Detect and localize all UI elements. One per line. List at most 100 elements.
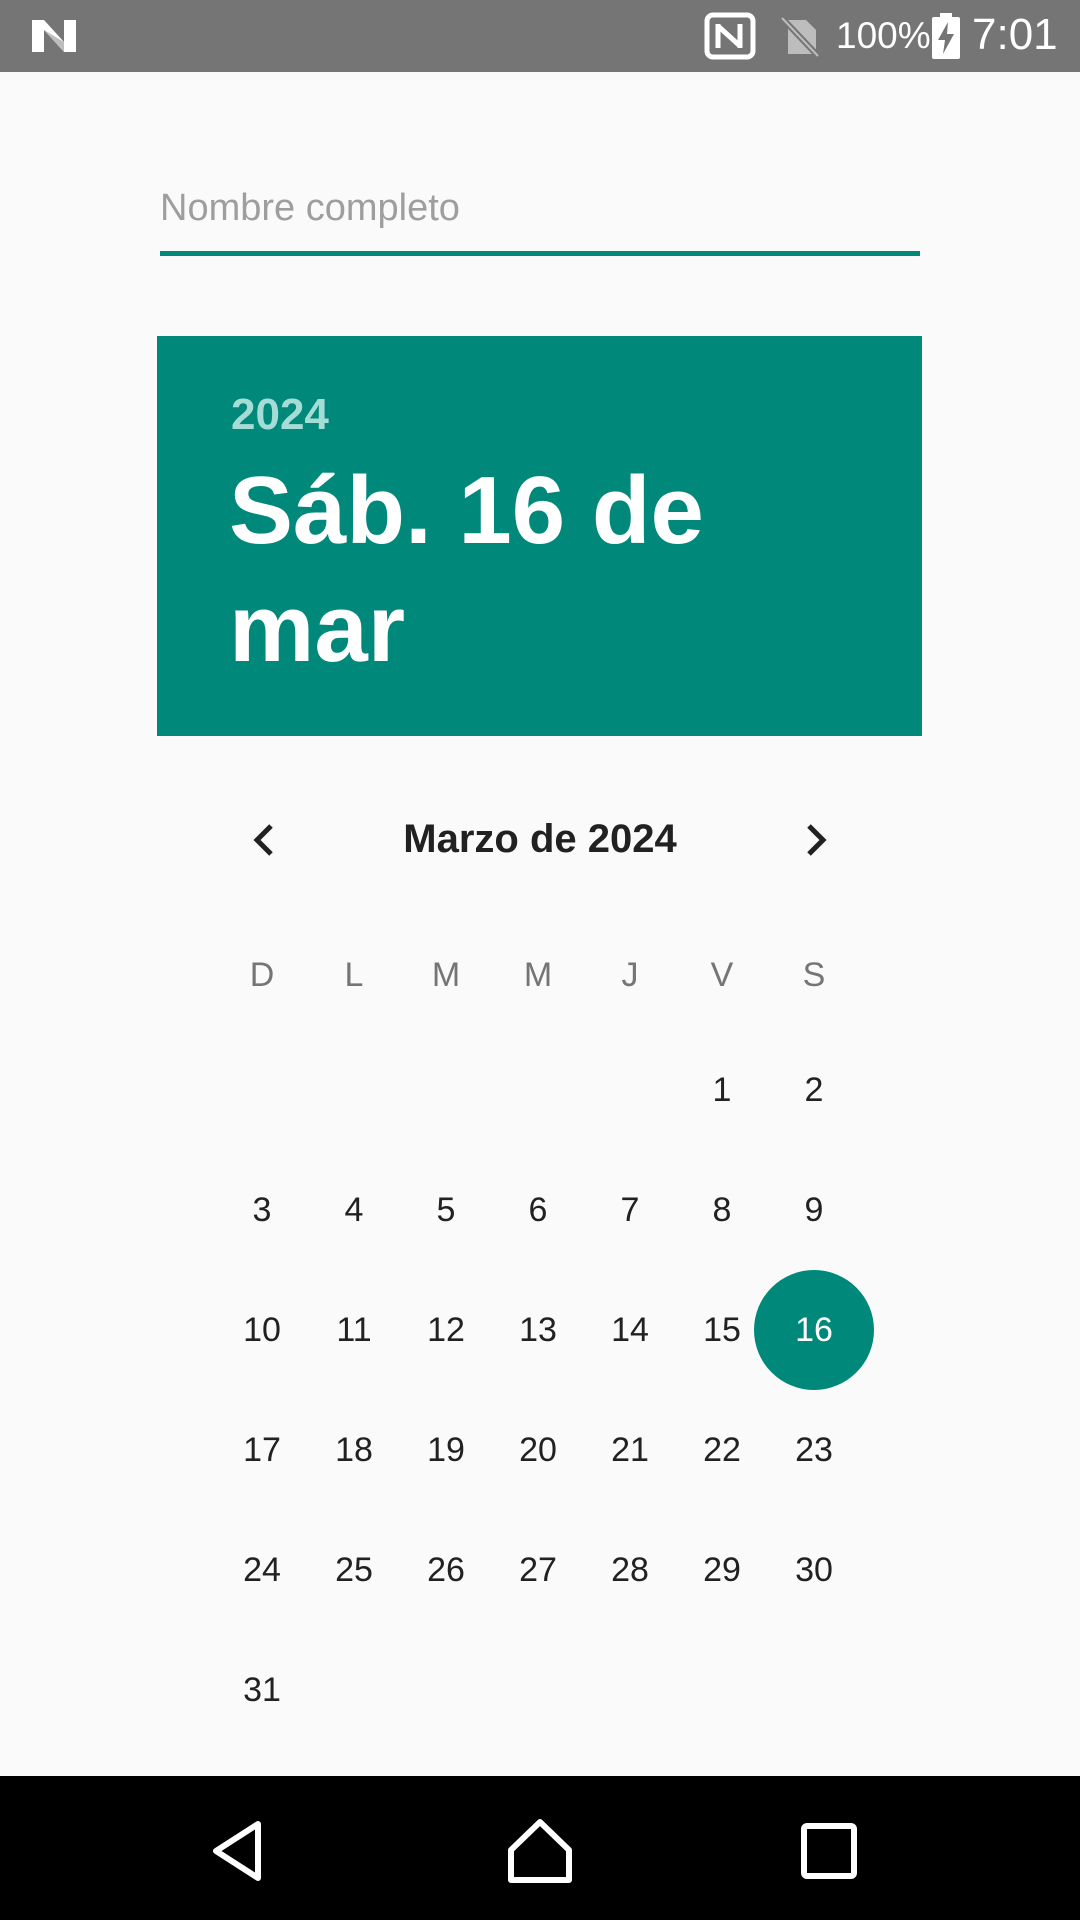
calendar-day-number: 7 xyxy=(620,1190,640,1229)
calendar-day[interactable]: 21 xyxy=(584,1390,676,1510)
calendar-day[interactable]: 4 xyxy=(308,1150,400,1270)
weekday-label: D xyxy=(249,956,275,994)
calendar-empty-cell xyxy=(308,1630,400,1750)
nfc-icon xyxy=(704,12,756,60)
battery-charging-icon xyxy=(932,13,960,59)
weekday-label: V xyxy=(710,956,734,994)
chevron-right-icon xyxy=(807,824,827,856)
calendar-day[interactable]: 9 xyxy=(768,1150,860,1270)
calendar-day[interactable]: 25 xyxy=(308,1510,400,1630)
calendar-day[interactable]: 8 xyxy=(676,1150,768,1270)
calendar-day-number: 2 xyxy=(804,1070,824,1109)
calendar-day[interactable]: 3 xyxy=(216,1150,308,1270)
calendar-day[interactable]: 11 xyxy=(308,1270,400,1390)
calendar-week: 12 xyxy=(216,1030,860,1150)
calendar-day[interactable]: 24 xyxy=(216,1510,308,1630)
calendar-day[interactable]: 14 xyxy=(584,1270,676,1390)
calendar-week: 24 25 26 27 28 29 30 xyxy=(216,1510,860,1630)
calendar-day[interactable]: 22 xyxy=(676,1390,768,1510)
calendar-day[interactable]: 29 xyxy=(676,1510,768,1630)
system-navigation-bar xyxy=(0,1776,1080,1920)
calendar-day-number: 14 xyxy=(611,1310,649,1349)
no-sim-icon xyxy=(779,15,821,58)
calendar-empty-cell xyxy=(768,1630,860,1750)
date-picker-header: 2024 Sáb. 16 de mar xyxy=(157,336,922,736)
calendar-day-number: 19 xyxy=(427,1430,465,1469)
month-navigation: Marzo de 2024 xyxy=(225,790,855,890)
calendar-day[interactable]: 18 xyxy=(308,1390,400,1510)
calendar-day[interactable]: 26 xyxy=(400,1510,492,1630)
next-month-button[interactable] xyxy=(775,800,855,880)
calendar-empty-cell xyxy=(492,1030,584,1150)
calendar-empty-cell xyxy=(492,1630,584,1750)
calendar-day[interactable]: 31 xyxy=(216,1630,308,1750)
calendar-day-number: 4 xyxy=(344,1190,364,1229)
calendar-day-number: 31 xyxy=(243,1670,281,1709)
calendar-day-number: 5 xyxy=(436,1190,456,1229)
calendar-day[interactable]: 12 xyxy=(400,1270,492,1390)
header-selected-date[interactable]: Sáb. 16 de mar xyxy=(229,452,849,688)
weekday-label: J xyxy=(621,956,639,994)
calendar-day-number: 25 xyxy=(335,1550,373,1589)
calendar-empty-cell xyxy=(400,1630,492,1750)
calendar-day-number: 6 xyxy=(528,1190,548,1229)
calendar-day[interactable]: 5 xyxy=(400,1150,492,1270)
status-bar: 100% 7:01 xyxy=(0,0,1080,72)
calendar-day[interactable]: 7 xyxy=(584,1150,676,1270)
calendar-day[interactable]: 2 xyxy=(768,1030,860,1150)
calendar-day-number: 3 xyxy=(252,1190,272,1229)
calendar-week: 10 11 12 13 14 15 16 xyxy=(216,1270,874,1390)
calendar-day[interactable]: 30 xyxy=(768,1510,860,1630)
calendar-day[interactable]: 10 xyxy=(216,1270,308,1390)
calendar-day[interactable]: 1 xyxy=(676,1030,768,1150)
calendar-day-number: 26 xyxy=(427,1550,465,1589)
calendar-weeks: 1 2 3 4 5 6 7 8 9 10 11 12 13 14 15 16 17 18 19 20 21 22 23 24 2… xyxy=(216,1030,874,1750)
calendar-day-number: 18 xyxy=(335,1430,373,1469)
weekday-label: M xyxy=(431,956,461,994)
full-name-input[interactable] xyxy=(160,170,920,240)
screen: 100% 7:01 2024 Sáb. 16 de mar Marzo de 2… xyxy=(0,0,1080,1920)
home-icon[interactable] xyxy=(505,1816,575,1886)
calendar-day-number: 24 xyxy=(243,1550,281,1589)
calendar-day-number: 1 xyxy=(712,1070,732,1109)
calendar-empty-cell xyxy=(676,1630,768,1750)
calendar-day[interactable]: 17 xyxy=(216,1390,308,1510)
calendar-day-number: 22 xyxy=(703,1430,741,1469)
calendar-empty-cell xyxy=(308,1030,400,1150)
calendar-empty-cell xyxy=(584,1030,676,1150)
calendar-day-number: 10 xyxy=(243,1310,281,1349)
header-year[interactable]: 2024 xyxy=(231,390,329,440)
battery-percent: 100% xyxy=(836,15,931,56)
weekday-label: L xyxy=(344,956,364,994)
n-logo-icon xyxy=(32,20,76,52)
calendar-day[interactable]: 28 xyxy=(584,1510,676,1630)
calendar-day-number: 23 xyxy=(795,1430,833,1469)
calendar-day-number: 27 xyxy=(519,1550,557,1589)
weekday-label: M xyxy=(523,956,553,994)
calendar-day-number: 20 xyxy=(519,1430,557,1469)
calendar-empty-cell xyxy=(584,1630,676,1750)
status-clock: 7:01 xyxy=(972,10,1058,59)
calendar-day-number: 8 xyxy=(712,1190,732,1229)
calendar-day[interactable]: 23 xyxy=(768,1390,860,1510)
calendar-day-number: 29 xyxy=(703,1550,741,1589)
calendar-day-number: 28 xyxy=(611,1550,649,1589)
calendar-day-selected[interactable]: 16 xyxy=(754,1270,874,1390)
calendar-day[interactable]: 20 xyxy=(492,1390,584,1510)
back-icon[interactable] xyxy=(206,1816,276,1886)
calendar-day[interactable]: 27 xyxy=(492,1510,584,1630)
calendar-week: 31 xyxy=(216,1630,860,1750)
calendar-week: 3 4 5 6 7 8 9 xyxy=(216,1150,860,1270)
weekday-header: D L M M J V S xyxy=(216,920,860,1030)
calendar-day[interactable]: 13 xyxy=(492,1270,584,1390)
calendar-day-number: 12 xyxy=(427,1310,465,1349)
recents-icon[interactable] xyxy=(794,1816,864,1886)
calendar-day-number: 17 xyxy=(243,1430,281,1469)
calendar-day-number: 11 xyxy=(336,1310,372,1349)
calendar-day[interactable]: 19 xyxy=(400,1390,492,1510)
calendar-day[interactable]: 6 xyxy=(492,1150,584,1270)
calendar-day-number: 13 xyxy=(519,1310,557,1349)
weekday-label: S xyxy=(802,956,826,994)
name-field xyxy=(160,170,920,256)
calendar-day-number: 16 xyxy=(795,1310,833,1349)
